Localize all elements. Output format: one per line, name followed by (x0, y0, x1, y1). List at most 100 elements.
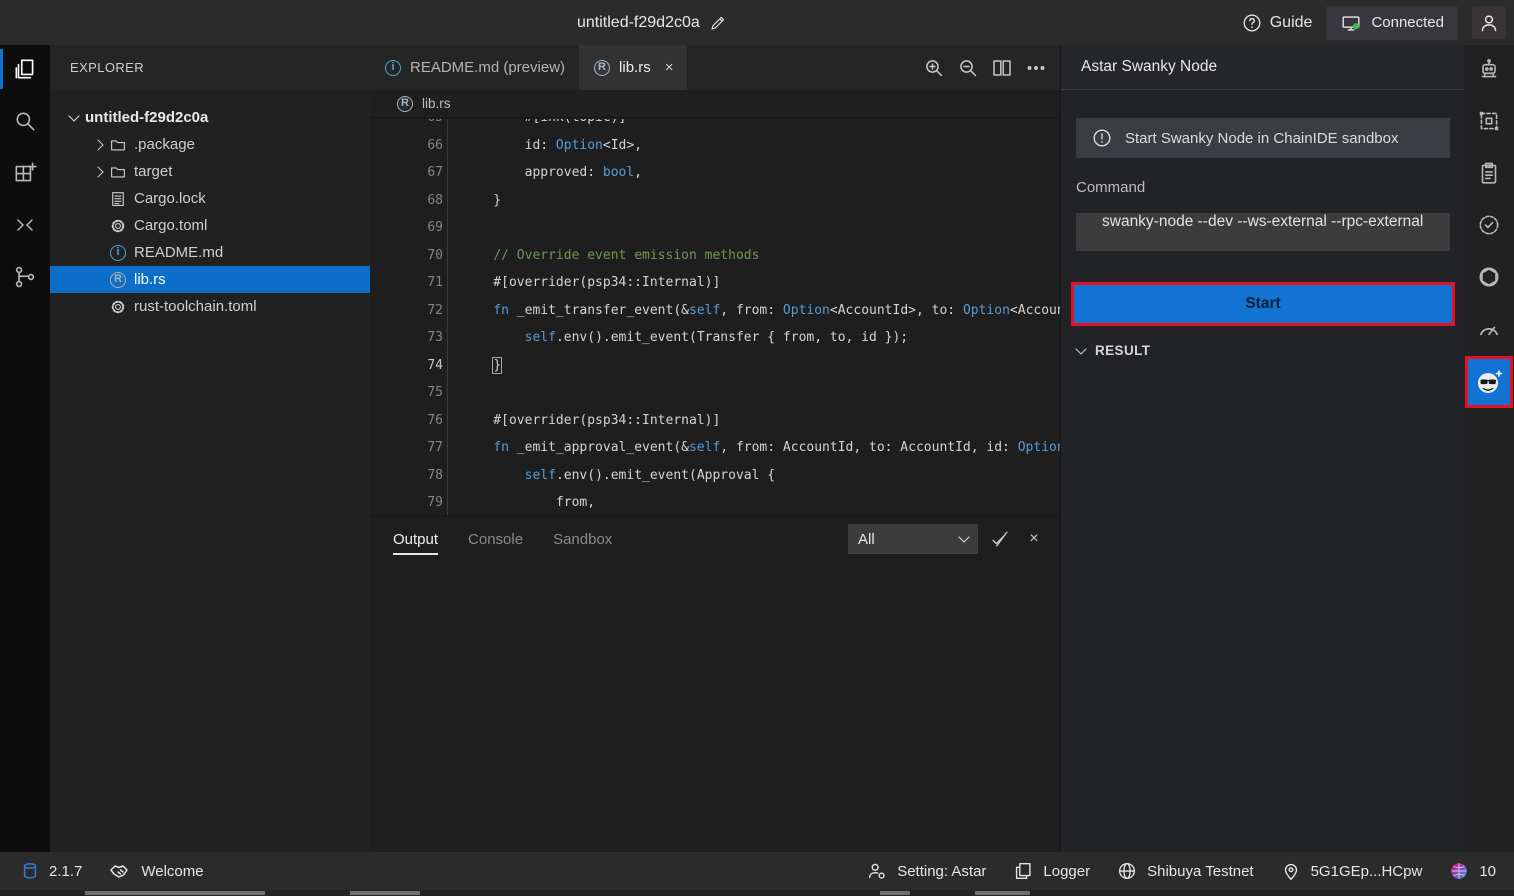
status-item-user-setting[interactable]: Setting: Astar (866, 860, 986, 882)
status-item-pin[interactable]: 5G1GEp...HCpw (1280, 860, 1423, 882)
tree-item-target[interactable]: target (50, 158, 370, 185)
start-button-highlight: Start (1071, 282, 1455, 326)
breadcrumb[interactable]: R lib.rs (370, 90, 1060, 118)
globe-icon (1116, 860, 1138, 882)
code-line-77[interactable]: 77 fn _emit_approval_event(&self, from: … (370, 434, 1060, 462)
tab-label: lib.rs (619, 59, 651, 76)
edit-title-pencil-icon[interactable] (709, 14, 727, 32)
status-item-copy[interactable]: Logger (1012, 860, 1090, 882)
doc-icon (109, 190, 127, 208)
copy-icon (1012, 860, 1034, 882)
start-button[interactable]: Start (1074, 285, 1452, 323)
editor-area: iREADME.md (preview) Rlib.rs × R lib.rs 65… (370, 45, 1060, 852)
zoom-in-icon[interactable] (920, 54, 948, 82)
line-number: 70 (370, 248, 443, 263)
code-line-72[interactable]: 72 fn _emit_transfer_event(&self, from: … (370, 297, 1060, 325)
chevron-right-icon (92, 166, 103, 177)
code-line-79[interactable]: 79 from, (370, 489, 1060, 515)
code-editor[interactable]: 65 #[ink(topic)]66 id: Option<Id>,67 app… (370, 119, 1060, 515)
code-line-67[interactable]: 67 approved: bool, (370, 159, 1060, 187)
files-icon[interactable] (0, 45, 50, 93)
extensions-icon[interactable] (0, 149, 50, 197)
status-label: Logger (1043, 863, 1090, 880)
split-editor-icon[interactable] (988, 54, 1016, 82)
handshake-icon (108, 859, 132, 883)
openai-icon[interactable] (1464, 253, 1514, 301)
status-item-polkadot[interactable]: 10 (1448, 860, 1496, 882)
source-control-icon[interactable] (0, 253, 50, 301)
tab-readme-md-preview-[interactable]: iREADME.md (preview) (370, 45, 579, 90)
code-line-73[interactable]: 73 self.env().emit_event(Transfer { from… (370, 324, 1060, 352)
clear-output-icon[interactable] (988, 527, 1012, 551)
gear-icon (109, 298, 127, 316)
person-icon (1477, 11, 1501, 35)
left-activity-bar (0, 45, 50, 852)
tree-item-untitled-f29d2c0a[interactable]: untitled-f29d2c0a (50, 104, 370, 131)
status-label: 5G1GEp...HCpw (1311, 863, 1423, 880)
file-label: target (134, 163, 172, 180)
astar-plugin-icon[interactable] (1468, 359, 1510, 405)
tree-item--package[interactable]: .package (50, 131, 370, 158)
info-icon: i (109, 245, 127, 261)
code-line-78[interactable]: 78 self.env().emit_event(Approval { (370, 462, 1060, 490)
code-line-68[interactable]: 68 } (370, 187, 1060, 215)
monitor-connected-icon (1340, 12, 1362, 34)
tree-item-rust-toolchain-toml[interactable]: rust-toolchain.toml (50, 293, 370, 320)
robot-icon[interactable] (1464, 45, 1514, 93)
rust-icon: R (109, 272, 127, 288)
badge-icon[interactable] (1464, 201, 1514, 249)
pin-icon (1280, 860, 1302, 882)
group-icon[interactable] (1464, 97, 1514, 145)
more-actions-icon[interactable] (1022, 54, 1050, 82)
tree-item-lib-rs[interactable]: Rlib.rs (50, 266, 370, 293)
output-filter-select[interactable]: All (848, 524, 978, 554)
status-item-database[interactable]: 2.1.7 (20, 860, 82, 882)
command-input[interactable]: swanky-node --dev --ws-external --rpc-ex… (1076, 213, 1450, 251)
guide-button[interactable]: Guide (1241, 12, 1313, 34)
code-line-70[interactable]: 70 // Override event emission methods (370, 242, 1060, 270)
code-line-71[interactable]: 71 #[overrider(psp34::Internal)] (370, 269, 1060, 297)
file-label: untitled-f29d2c0a (85, 109, 208, 126)
code-line-66[interactable]: 66 id: Option<Id>, (370, 132, 1060, 160)
folder-icon (109, 136, 127, 154)
explorer-sidebar: EXPLORER untitled-f29d2c0a .package target… (50, 45, 370, 852)
clipboard-icon[interactable] (1464, 149, 1514, 197)
close-panel-icon[interactable]: × (1022, 527, 1046, 551)
tree-item-readme-md[interactable]: i README.md (50, 239, 370, 266)
code-line-76[interactable]: 76 #[overrider(psp34::Internal)] (370, 407, 1060, 435)
file-label: README.md (134, 244, 223, 261)
code-line-75[interactable]: 75 (370, 379, 1060, 407)
sandbox-info-banner: Start Swanky Node in ChainIDE sandbox (1076, 118, 1450, 158)
line-number: 78 (370, 468, 443, 483)
code-line-69[interactable]: 69 (370, 214, 1060, 242)
panel-tab-console[interactable]: Console (458, 516, 533, 562)
user-setting-icon (866, 860, 888, 882)
result-section-header[interactable]: RESULT (1077, 343, 1150, 358)
line-number: 77 (370, 440, 443, 455)
rust-icon: R (593, 60, 611, 76)
status-item-globe[interactable]: Shibuya Testnet (1116, 860, 1253, 882)
rust-file-icon: R (396, 96, 414, 112)
clipped-bottom-row (0, 890, 1514, 896)
chevron-down-icon (1075, 343, 1086, 354)
status-item-handshake[interactable]: Welcome (108, 859, 203, 883)
tab-lib-rs[interactable]: Rlib.rs × (579, 45, 687, 90)
gauge-icon[interactable] (1464, 305, 1514, 353)
code-line-74[interactable]: 74 } (370, 352, 1060, 380)
search-icon[interactable] (0, 97, 50, 145)
tree-item-cargo-toml[interactable]: Cargo.toml (50, 212, 370, 239)
avatar[interactable] (1472, 6, 1506, 39)
explorer-header: EXPLORER (50, 45, 370, 90)
zoom-out-icon[interactable] (954, 54, 982, 82)
panel-tab-sandbox[interactable]: Sandbox (543, 516, 622, 562)
collapse-icon[interactable] (0, 201, 50, 249)
panel-tab-output[interactable]: Output (383, 516, 448, 562)
tree-item-cargo-lock[interactable]: Cargo.lock (50, 185, 370, 212)
line-number: 75 (370, 385, 443, 400)
breadcrumb-label: lib.rs (422, 96, 451, 111)
question-icon (1241, 12, 1263, 34)
line-number: 79 (370, 495, 443, 510)
code-line-65[interactable]: 65 #[ink(topic)] (370, 119, 1060, 132)
close-tab-icon[interactable]: × (665, 59, 674, 76)
connected-button[interactable]: Connected (1326, 6, 1458, 40)
